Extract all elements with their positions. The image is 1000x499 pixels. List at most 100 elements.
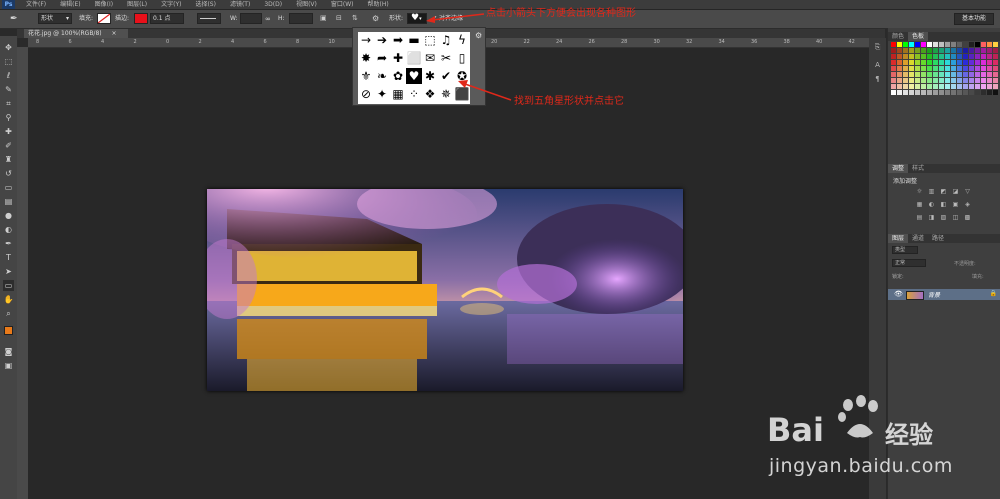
swatch[interactable] [951, 60, 956, 65]
brush-tool-icon[interactable]: ✐ [3, 140, 14, 151]
swatch[interactable] [981, 54, 986, 59]
swatch[interactable] [951, 48, 956, 53]
shape-option-icon[interactable]: ✿ [390, 68, 406, 84]
swatch[interactable] [981, 78, 986, 83]
shape-option-icon[interactable]: ✵ [438, 86, 454, 102]
swatch[interactable] [927, 48, 932, 53]
swatch[interactable] [945, 78, 950, 83]
shape-option-icon[interactable]: ✔ [438, 68, 454, 84]
swatch[interactable] [915, 66, 920, 71]
shape-option-icon[interactable]: ❖ [422, 86, 438, 102]
menu-item[interactable]: 窗口(W) [331, 1, 354, 8]
swatch[interactable] [921, 78, 926, 83]
swatch[interactable] [903, 48, 908, 53]
swatch[interactable] [975, 72, 980, 77]
swatch[interactable] [891, 48, 896, 53]
swatch[interactable] [981, 60, 986, 65]
width-field[interactable] [240, 13, 262, 24]
path-operations-icon[interactable]: ▣ [320, 14, 330, 24]
swatch[interactable] [987, 90, 992, 95]
swatch[interactable] [963, 60, 968, 65]
swatch[interactable] [963, 48, 968, 53]
shape-option-icon[interactable]: ✦ [374, 86, 390, 102]
crop-tool-icon[interactable]: ⌗ [3, 98, 14, 109]
quick-select-tool-icon[interactable]: ✎ [3, 84, 14, 95]
shape-option-icon[interactable]: ⁘ [406, 86, 422, 102]
swatch[interactable] [993, 42, 998, 47]
swatch[interactable] [993, 78, 998, 83]
adjustment-icon[interactable]: ◧ [940, 201, 947, 208]
swatch[interactable] [993, 84, 998, 89]
menu-item[interactable]: 图层(L) [127, 1, 147, 8]
shape-option-icon[interactable]: ✱ [422, 68, 438, 84]
swatch[interactable] [969, 60, 974, 65]
quick-mask-icon[interactable]: ◙ [3, 346, 14, 357]
adjustment-icon[interactable]: ▥ [928, 188, 935, 195]
swatch[interactable] [993, 54, 998, 59]
swatch[interactable] [909, 72, 914, 77]
adjustment-icon[interactable]: ▤ [916, 214, 923, 221]
swatch[interactable] [951, 84, 956, 89]
swatch[interactable] [951, 72, 956, 77]
screen-mode-icon[interactable]: ▣ [3, 360, 14, 371]
shape-option-icon[interactable]: ▯ [454, 50, 470, 66]
healing-tool-icon[interactable]: ✚ [3, 126, 14, 137]
swatch[interactable] [975, 66, 980, 71]
path-select-tool-icon[interactable]: ➤ [3, 266, 14, 277]
blur-tool-icon[interactable]: ● [3, 210, 14, 221]
swatch[interactable] [987, 60, 992, 65]
swatch[interactable] [897, 42, 902, 47]
swatch[interactable] [927, 42, 932, 47]
swatch[interactable] [945, 54, 950, 59]
foreground-color-swatch[interactable] [4, 326, 13, 335]
shape-option-icon[interactable]: ✸ [358, 50, 374, 66]
swatch[interactable] [915, 42, 920, 47]
swatch[interactable] [903, 54, 908, 59]
swatch[interactable] [891, 60, 896, 65]
shape-option-icon[interactable]: ⚜ [358, 68, 374, 84]
swatch[interactable] [915, 84, 920, 89]
eyedropper-tool-icon[interactable]: ⚲ [3, 112, 14, 123]
swatches-grid[interactable] [891, 42, 998, 100]
swatch[interactable] [933, 90, 938, 95]
swatch[interactable] [987, 42, 992, 47]
shape-option-icon[interactable]: ⊘ [358, 86, 374, 102]
shape-option-icon[interactable]: ♥ [406, 68, 422, 84]
adjustment-icon[interactable]: ▨ [940, 214, 947, 221]
menu-item[interactable]: 帮助(H) [368, 1, 389, 8]
tab-channels[interactable]: 通道 [908, 234, 928, 243]
shape-option-icon[interactable]: ▬ [406, 32, 422, 48]
swatch[interactable] [957, 72, 962, 77]
marquee-tool-icon[interactable]: ⬚ [3, 56, 14, 67]
swatch[interactable] [957, 54, 962, 59]
swatch[interactable] [951, 66, 956, 71]
swatch[interactable] [945, 66, 950, 71]
shape-option-icon[interactable]: ➡ [390, 32, 406, 48]
swatch[interactable] [909, 90, 914, 95]
swatch[interactable] [897, 72, 902, 77]
swatch[interactable] [927, 84, 932, 89]
swatch[interactable] [981, 84, 986, 89]
swatch[interactable] [975, 42, 980, 47]
shape-option-icon[interactable]: ❧ [374, 68, 390, 84]
gear-icon[interactable]: ⚙ [475, 32, 483, 40]
swatch[interactable] [939, 54, 944, 59]
swatch[interactable] [975, 90, 980, 95]
shape-option-icon[interactable]: ⬚ [422, 32, 438, 48]
shape-tool-icon[interactable]: ▭ [3, 280, 14, 291]
menu-item[interactable]: 视图(V) [296, 1, 317, 8]
swatch[interactable] [903, 90, 908, 95]
swatch[interactable] [951, 90, 956, 95]
adjustment-icon[interactable]: ◐ [928, 201, 935, 208]
swatch[interactable] [897, 84, 902, 89]
shape-option-icon[interactable]: ♫ [438, 32, 454, 48]
shape-option-icon[interactable]: ✉ [422, 50, 438, 66]
path-alignment-icon[interactable]: ⊟ [336, 14, 346, 24]
swatch[interactable] [933, 66, 938, 71]
pen-tool-preset-icon[interactable]: ✒ [10, 14, 20, 24]
stroke-type-select[interactable] [197, 13, 221, 24]
swatch[interactable] [957, 60, 962, 65]
adjustment-icon[interactable]: ◪ [952, 188, 959, 195]
swatch[interactable] [969, 54, 974, 59]
swatch[interactable] [975, 54, 980, 59]
